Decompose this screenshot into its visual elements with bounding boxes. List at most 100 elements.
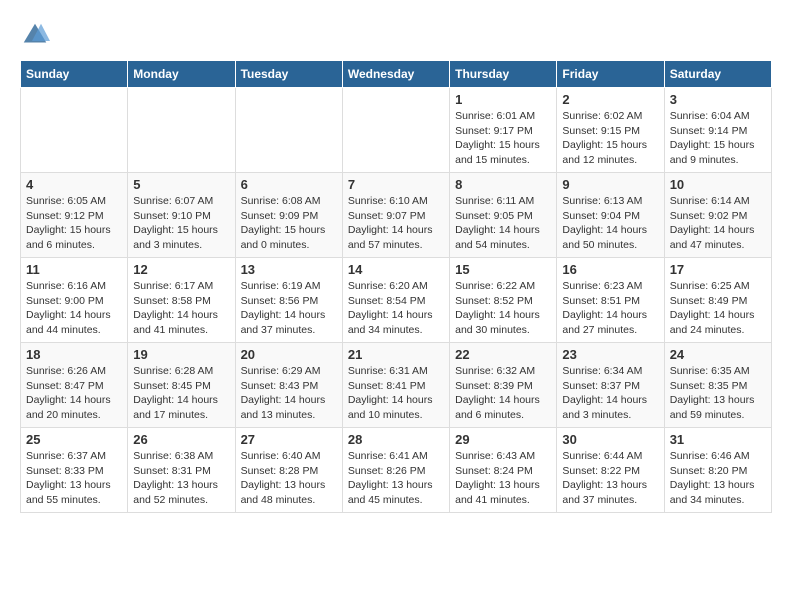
calendar-day-cell: 27 Sunrise: 6:40 AM Sunset: 8:28 PM Dayli… [235, 428, 342, 513]
calendar-day-cell: 30 Sunrise: 6:44 AM Sunset: 8:22 PM Dayli… [557, 428, 664, 513]
day-info: Sunrise: 6:04 AM Sunset: 9:14 PM Dayligh… [670, 109, 766, 168]
logo-icon [20, 20, 50, 50]
calendar-day-cell: 1Sunrise: 6:01 AM Sunset: 9:17 PM Daylig… [450, 88, 557, 173]
calendar-day-cell: 23 Sunrise: 6:34 AM Sunset: 8:37 PM Dayli… [557, 343, 664, 428]
day-info: Sunrise: 6:07 AM Sunset: 9:10 PM Dayligh… [133, 194, 229, 253]
calendar-day-cell: 11 Sunrise: 6:16 AM Sunset: 9:00 PM Dayli… [21, 258, 128, 343]
day-number: 17 [670, 262, 766, 277]
day-info: Sunrise: 6:38 AM Sunset: 8:31 PM Dayligh… [133, 449, 229, 508]
calendar-day-cell: 16 Sunrise: 6:23 AM Sunset: 8:51 PM Dayli… [557, 258, 664, 343]
calendar-day-cell: 10Sunrise: 6:14 AM Sunset: 9:02 PM Dayli… [664, 173, 771, 258]
day-info: Sunrise: 6:14 AM Sunset: 9:02 PM Dayligh… [670, 194, 766, 253]
day-info: Sunrise: 6:40 AM Sunset: 8:28 PM Dayligh… [241, 449, 337, 508]
calendar-day-cell: 8Sunrise: 6:11 AM Sunset: 9:05 PM Daylig… [450, 173, 557, 258]
calendar-week-row: 4Sunrise: 6:05 AM Sunset: 9:12 PM Daylig… [21, 173, 772, 258]
day-number: 28 [348, 432, 444, 447]
day-info: Sunrise: 6:46 AM Sunset: 8:20 PM Dayligh… [670, 449, 766, 508]
calendar-day-cell: 9 Sunrise: 6:13 AM Sunset: 9:04 PM Daylig… [557, 173, 664, 258]
day-number: 19 [133, 347, 229, 362]
calendar-day-cell: 13 Sunrise: 6:19 AM Sunset: 8:56 PM Dayli… [235, 258, 342, 343]
calendar-day-cell: 29Sunrise: 6:43 AM Sunset: 8:24 PM Dayli… [450, 428, 557, 513]
day-info: Sunrise: 6:43 AM Sunset: 8:24 PM Dayligh… [455, 449, 551, 508]
page-header [20, 20, 772, 50]
calendar-day-cell: 7 Sunrise: 6:10 AM Sunset: 9:07 PM Daylig… [342, 173, 449, 258]
day-number: 18 [26, 347, 122, 362]
day-number: 22 [455, 347, 551, 362]
day-info: Sunrise: 6:25 AM Sunset: 8:49 PM Dayligh… [670, 279, 766, 338]
day-number: 13 [241, 262, 337, 277]
calendar-day-cell [235, 88, 342, 173]
calendar-day-cell: 3 Sunrise: 6:04 AM Sunset: 9:14 PM Daylig… [664, 88, 771, 173]
calendar-day-cell: 20Sunrise: 6:29 AM Sunset: 8:43 PM Dayli… [235, 343, 342, 428]
day-of-week-header: Wednesday [342, 61, 449, 88]
day-info: Sunrise: 6:02 AM Sunset: 9:15 PM Dayligh… [562, 109, 658, 168]
day-info: Sunrise: 6:35 AM Sunset: 8:35 PM Dayligh… [670, 364, 766, 423]
day-info: Sunrise: 6:23 AM Sunset: 8:51 PM Dayligh… [562, 279, 658, 338]
calendar-day-cell: 2 Sunrise: 6:02 AM Sunset: 9:15 PM Daylig… [557, 88, 664, 173]
day-of-week-header: Sunday [21, 61, 128, 88]
day-info: Sunrise: 6:32 AM Sunset: 8:39 PM Dayligh… [455, 364, 551, 423]
day-info: Sunrise: 6:10 AM Sunset: 9:07 PM Dayligh… [348, 194, 444, 253]
day-number: 12 [133, 262, 229, 277]
day-number: 15 [455, 262, 551, 277]
day-number: 21 [348, 347, 444, 362]
day-number: 23 [562, 347, 658, 362]
day-of-week-header: Thursday [450, 61, 557, 88]
calendar-day-cell: 26 Sunrise: 6:38 AM Sunset: 8:31 PM Dayli… [128, 428, 235, 513]
day-info: Sunrise: 6:31 AM Sunset: 8:41 PM Dayligh… [348, 364, 444, 423]
day-info: Sunrise: 6:28 AM Sunset: 8:45 PM Dayligh… [133, 364, 229, 423]
day-number: 4 [26, 177, 122, 192]
calendar-day-cell: 15 Sunrise: 6:22 AM Sunset: 8:52 PM Dayli… [450, 258, 557, 343]
day-info: Sunrise: 6:11 AM Sunset: 9:05 PM Dayligh… [455, 194, 551, 253]
day-number: 9 [562, 177, 658, 192]
day-number: 25 [26, 432, 122, 447]
day-info: Sunrise: 6:19 AM Sunset: 8:56 PM Dayligh… [241, 279, 337, 338]
day-number: 26 [133, 432, 229, 447]
day-number: 7 [348, 177, 444, 192]
day-of-week-header: Monday [128, 61, 235, 88]
calendar-header-row: SundayMondayTuesdayWednesdayThursdayFrid… [21, 61, 772, 88]
calendar-day-cell: 19 Sunrise: 6:28 AM Sunset: 8:45 PM Dayli… [128, 343, 235, 428]
day-number: 20 [241, 347, 337, 362]
day-info: Sunrise: 6:44 AM Sunset: 8:22 PM Dayligh… [562, 449, 658, 508]
day-number: 31 [670, 432, 766, 447]
day-info: Sunrise: 6:16 AM Sunset: 9:00 PM Dayligh… [26, 279, 122, 338]
day-info: Sunrise: 6:08 AM Sunset: 9:09 PM Dayligh… [241, 194, 337, 253]
calendar-week-row: 11 Sunrise: 6:16 AM Sunset: 9:00 PM Dayli… [21, 258, 772, 343]
day-of-week-header: Saturday [664, 61, 771, 88]
day-of-week-header: Tuesday [235, 61, 342, 88]
calendar-day-cell: 24 Sunrise: 6:35 AM Sunset: 8:35 PM Dayli… [664, 343, 771, 428]
calendar-day-cell: 25Sunrise: 6:37 AM Sunset: 8:33 PM Dayli… [21, 428, 128, 513]
calendar-day-cell: 12 Sunrise: 6:17 AM Sunset: 8:58 PM Dayli… [128, 258, 235, 343]
day-number: 24 [670, 347, 766, 362]
calendar-day-cell: 14 Sunrise: 6:20 AM Sunset: 8:54 PM Dayli… [342, 258, 449, 343]
day-info: Sunrise: 6:13 AM Sunset: 9:04 PM Dayligh… [562, 194, 658, 253]
day-of-week-header: Friday [557, 61, 664, 88]
day-number: 27 [241, 432, 337, 447]
calendar-day-cell: 5Sunrise: 6:07 AM Sunset: 9:10 PM Daylig… [128, 173, 235, 258]
logo [20, 20, 54, 50]
day-number: 2 [562, 92, 658, 107]
calendar-day-cell: 31 Sunrise: 6:46 AM Sunset: 8:20 PM Dayli… [664, 428, 771, 513]
day-info: Sunrise: 6:41 AM Sunset: 8:26 PM Dayligh… [348, 449, 444, 508]
calendar-day-cell: 21 Sunrise: 6:31 AM Sunset: 8:41 PM Dayli… [342, 343, 449, 428]
calendar-table: SundayMondayTuesdayWednesdayThursdayFrid… [20, 60, 772, 513]
calendar-day-cell: 6Sunrise: 6:08 AM Sunset: 9:09 PM Daylig… [235, 173, 342, 258]
calendar-day-cell: 17 Sunrise: 6:25 AM Sunset: 8:49 PM Dayli… [664, 258, 771, 343]
day-info: Sunrise: 6:34 AM Sunset: 8:37 PM Dayligh… [562, 364, 658, 423]
day-number: 30 [562, 432, 658, 447]
day-number: 3 [670, 92, 766, 107]
day-info: Sunrise: 6:01 AM Sunset: 9:17 PM Dayligh… [455, 109, 551, 168]
day-info: Sunrise: 6:17 AM Sunset: 8:58 PM Dayligh… [133, 279, 229, 338]
calendar-day-cell [128, 88, 235, 173]
day-info: Sunrise: 6:20 AM Sunset: 8:54 PM Dayligh… [348, 279, 444, 338]
day-number: 14 [348, 262, 444, 277]
calendar-day-cell [342, 88, 449, 173]
calendar-day-cell: 28 Sunrise: 6:41 AM Sunset: 8:26 PM Dayli… [342, 428, 449, 513]
day-number: 11 [26, 262, 122, 277]
day-info: Sunrise: 6:22 AM Sunset: 8:52 PM Dayligh… [455, 279, 551, 338]
calendar-week-row: 25Sunrise: 6:37 AM Sunset: 8:33 PM Dayli… [21, 428, 772, 513]
day-number: 16 [562, 262, 658, 277]
calendar-day-cell: 4Sunrise: 6:05 AM Sunset: 9:12 PM Daylig… [21, 173, 128, 258]
calendar-day-cell: 22 Sunrise: 6:32 AM Sunset: 8:39 PM Dayli… [450, 343, 557, 428]
